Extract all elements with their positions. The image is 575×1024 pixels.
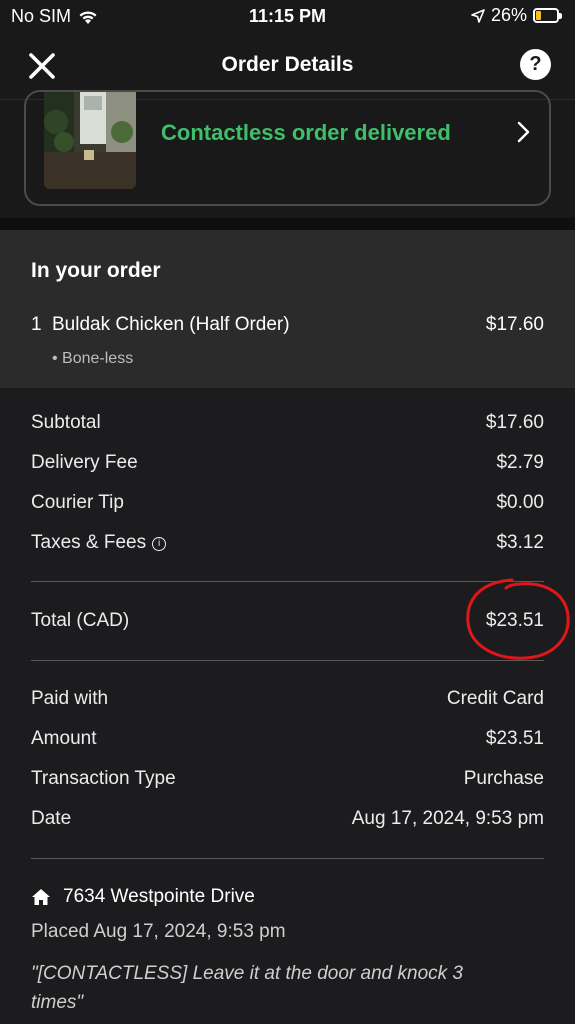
paid-with-value: Credit Card — [446, 688, 544, 709]
order-heading: In your order — [31, 259, 161, 282]
amount-value: $23.51 — [485, 728, 544, 749]
placed-date: Placed Aug 17, 2024, 9:53 pm — [31, 921, 286, 942]
battery-fill — [536, 11, 541, 20]
subtotal-row: Subtotal $17.60 — [31, 412, 544, 438]
item-price: $17.60 — [485, 314, 544, 335]
paid-with-row: Paid with Credit Card — [31, 688, 544, 714]
divider — [31, 858, 544, 859]
transaction-type-value: Purchase — [463, 768, 544, 789]
courier-tip-value: $0.00 — [496, 492, 544, 513]
delivery-fee-label: Delivery Fee — [31, 452, 138, 473]
transaction-type-row: Transaction Type Purchase — [31, 768, 544, 794]
subtotal-label: Subtotal — [31, 412, 101, 433]
taxes-fees-text: Taxes & Fees — [31, 532, 147, 553]
address-row: 7634 Westpointe Drive — [31, 886, 255, 908]
order-item: 1 Buldak Chicken (Half Order) $17.60 — [31, 314, 544, 338]
date-value: Aug 17, 2024, 9:53 pm — [351, 808, 544, 829]
chevron-right-icon[interactable] — [517, 120, 531, 144]
order-summary: Subtotal $17.60 Delivery Fee $2.79 Couri… — [0, 388, 575, 1024]
red-circle-annotation — [466, 578, 570, 660]
info-icon[interactable]: i — [152, 537, 167, 551]
delivered-card[interactable]: Contactless order delivered — [24, 90, 551, 206]
item-option: • Bone-less — [52, 350, 134, 367]
delivered-section: Contactless order delivered — [0, 90, 575, 218]
divider — [31, 660, 544, 661]
courier-tip-row: Courier Tip $0.00 — [31, 492, 544, 518]
delivery-photo-image — [44, 92, 136, 189]
order-items-section: In your order 1 Buldak Chicken (Half Ord… — [0, 230, 575, 388]
date-label: Date — [31, 808, 72, 829]
delivery-photo[interactable] — [44, 92, 136, 189]
total-label: Total (CAD) — [31, 610, 130, 631]
courier-tip-label: Courier Tip — [31, 492, 124, 513]
amount-row: Amount $23.51 — [31, 728, 544, 754]
amount-label: Amount — [31, 728, 97, 749]
section-separator — [0, 218, 575, 230]
delivery-fee-value: $2.79 — [496, 452, 544, 473]
delivery-status-text: Contactless order delivered — [161, 120, 451, 145]
battery-percent: 26% — [490, 5, 527, 25]
home-icon — [32, 889, 50, 905]
battery-icon — [533, 8, 562, 23]
taxes-fees-label: Taxes & Fees i — [31, 532, 167, 554]
location-arrow-icon — [471, 8, 485, 23]
paid-with-label: Paid with — [31, 688, 109, 709]
subtotal-value: $17.60 — [485, 412, 544, 433]
delivery-note: "[CONTACTLESS] Leave it at the door and … — [31, 963, 463, 1013]
status-right: 26% — [471, 5, 562, 26]
delivery-address: 7634 Westpointe Drive — [63, 886, 255, 907]
item-quantity: 1 — [31, 314, 42, 335]
delivery-fee-row: Delivery Fee $2.79 — [31, 452, 544, 478]
page-title: Order Details — [221, 53, 354, 76]
status-bar: No SIM 11:15 PM 26% — [0, 0, 575, 32]
date-row: Date Aug 17, 2024, 9:53 pm — [31, 808, 544, 834]
item-name: Buldak Chicken (Half Order) — [52, 314, 290, 335]
taxes-fees-row[interactable]: Taxes & Fees i $3.12 — [31, 532, 544, 558]
transaction-type-label: Transaction Type — [31, 768, 176, 789]
help-button[interactable]: ? — [520, 49, 551, 80]
taxes-fees-value: $3.12 — [496, 532, 544, 553]
